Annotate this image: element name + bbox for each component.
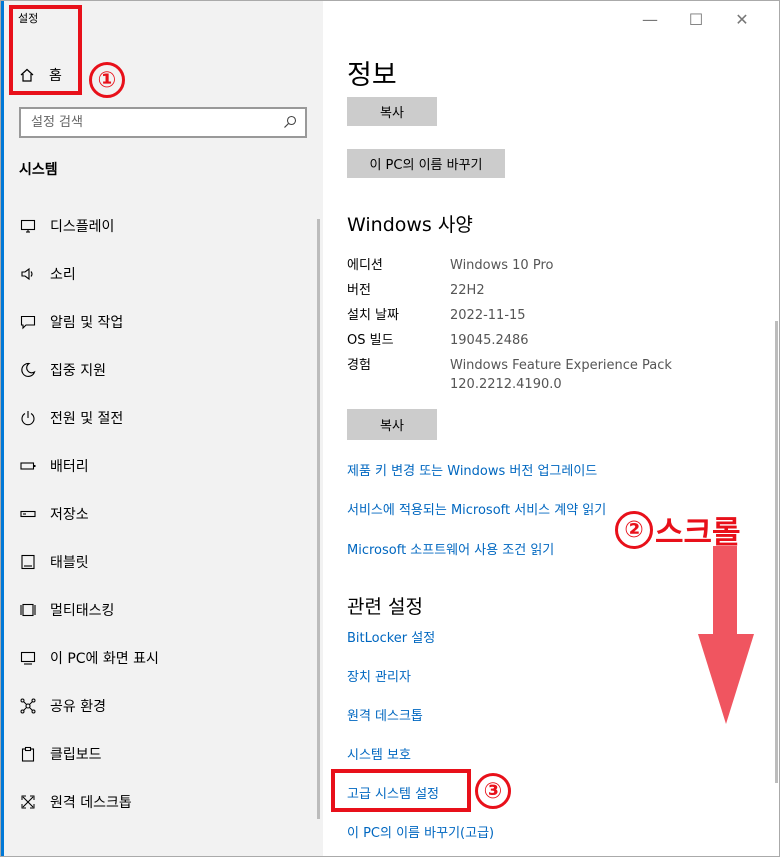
minimize-button[interactable]: — [627,9,673,29]
main-scrollbar[interactable] [775,321,778,783]
search-icon [284,115,297,128]
link-rename-pc-advanced[interactable]: 이 PC의 이름 바꾸기(고급) [347,822,494,841]
spec-row-version: 버전 22H2 [347,281,747,300]
sidebar: 설정 홈 시스템 디스플레이 소리 알림 및 작업 [1,1,323,856]
spec-value: 22H2 [450,283,485,298]
annotation-box-advanced [331,769,471,812]
sidebar-item-label: 저장소 [50,507,89,523]
windows-spec-title: Windows 사양 [347,214,473,236]
sidebar-item-tablet[interactable]: 태블릿 [1,538,323,586]
remote-icon [19,793,37,811]
sidebar-item-label: 집중 지원 [50,363,106,379]
clipboard-icon [19,745,37,763]
sidebar-item-project[interactable]: 이 PC에 화면 표시 [1,634,323,682]
sidebar-item-label: 알림 및 작업 [50,315,124,331]
sidebar-item-label: 멀티태스킹 [50,603,115,619]
link-license-terms[interactable]: Microsoft 소프트웨어 사용 조건 읽기 [347,539,554,558]
search-box[interactable] [19,107,307,138]
moon-icon [19,361,37,379]
sidebar-item-multitasking[interactable]: 멀티태스킹 [1,586,323,634]
monitor-icon [19,217,37,235]
annotation-box-home [9,5,82,95]
rename-pc-button[interactable]: 이 PC의 이름 바꾸기 [347,149,505,178]
storage-icon [19,505,37,523]
annotation-number-3: ③ [475,773,511,809]
spec-key: 에디션 [347,258,383,273]
link-remote-desktop[interactable]: 원격 데스크톱 [347,705,423,724]
spec-value: 2022-11-15 [450,308,526,323]
spec-row-edition: 에디션 Windows 10 Pro [347,256,747,275]
tablet-icon [19,553,37,571]
close-button[interactable]: ✕ [719,9,765,29]
speaker-icon [19,265,37,283]
copy-button-device-spec[interactable]: 복사 [347,97,437,126]
sidebar-item-label: 디스플레이 [50,219,115,235]
sidebar-item-shared-experiences[interactable]: 공유 환경 [1,682,323,730]
page-title: 정보 [347,60,397,91]
link-system-protection[interactable]: 시스템 보호 [347,744,411,763]
annotation-number-2: ② [615,511,653,549]
project-icon [19,649,37,667]
link-bitlocker[interactable]: BitLocker 설정 [347,627,435,646]
windows-spec-list: 에디션 Windows 10 Pro 버전 22H2 설치 날짜 2022-11… [347,256,747,400]
power-icon [19,409,37,427]
maximize-button[interactable]: ☐ [673,9,719,29]
sidebar-item-label: 클립보드 [50,747,102,763]
link-device-manager[interactable]: 장치 관리자 [347,666,411,685]
spec-row-install-date: 설치 날짜 2022-11-15 [347,306,747,325]
multitask-icon [19,601,37,619]
link-change-product-key[interactable]: 제품 키 변경 또는 Windows 버전 업그레이드 [347,460,597,479]
annotation-number-1: ① [89,62,125,98]
spec-row-experience: 경험 Windows Feature Experience Pack 120.2… [347,356,747,394]
annotation-scroll-arrow [698,546,754,724]
sidebar-nav: 디스플레이 소리 알림 및 작업 집중 지원 전원 및 절전 배터리 저장소 태… [1,202,323,826]
sidebar-item-label: 배터리 [50,459,89,475]
link-service-agreement[interactable]: 서비스에 적용되는 Microsoft 서비스 계약 읽기 [347,499,606,518]
sidebar-item-focus-assist[interactable]: 집중 지원 [1,346,323,394]
spec-key: 설치 날짜 [347,308,399,323]
spec-value: Windows 10 Pro [450,258,554,273]
sidebar-item-storage[interactable]: 저장소 [1,490,323,538]
sidebar-item-remote-desktop[interactable]: 원격 데스크톱 [1,778,323,826]
sidebar-item-label: 공유 환경 [50,699,106,715]
battery-icon [19,457,37,475]
spec-row-os-build: OS 빌드 19045.2486 [347,331,747,350]
sidebar-item-label: 이 PC에 화면 표시 [50,651,159,667]
share-icon [19,697,37,715]
search-input[interactable] [31,115,271,130]
message-icon [19,313,37,331]
sidebar-item-label: 원격 데스크톱 [50,795,132,811]
sidebar-scrollbar[interactable] [317,219,320,819]
spec-value: 19045.2486 [450,333,529,348]
spec-key: OS 빌드 [347,333,394,348]
related-settings-title: 관련 설정 [347,596,423,618]
sidebar-item-clipboard[interactable]: 클립보드 [1,730,323,778]
sidebar-item-power[interactable]: 전원 및 절전 [1,394,323,442]
sidebar-item-battery[interactable]: 배터리 [1,442,323,490]
sidebar-item-label: 전원 및 절전 [50,411,124,427]
copy-button-windows-spec[interactable]: 복사 [347,409,437,440]
sidebar-item-label: 소리 [50,267,76,283]
spec-key: 경험 [347,358,371,373]
main-content: — ☐ ✕ 정보 복사 이 PC의 이름 바꾸기 Windows 사양 에디션 … [323,1,779,856]
sidebar-item-label: 태블릿 [50,555,89,571]
section-title: 시스템 [19,162,58,178]
spec-value: Windows Feature Experience Pack 120.2212… [450,358,672,392]
settings-window: 설정 홈 시스템 디스플레이 소리 알림 및 작업 [0,0,780,857]
spec-key: 버전 [347,283,371,298]
sidebar-item-notifications[interactable]: 알림 및 작업 [1,298,323,346]
window-controls: — ☐ ✕ [627,9,765,29]
sidebar-item-display[interactable]: 디스플레이 [1,202,323,250]
sidebar-item-sound[interactable]: 소리 [1,250,323,298]
